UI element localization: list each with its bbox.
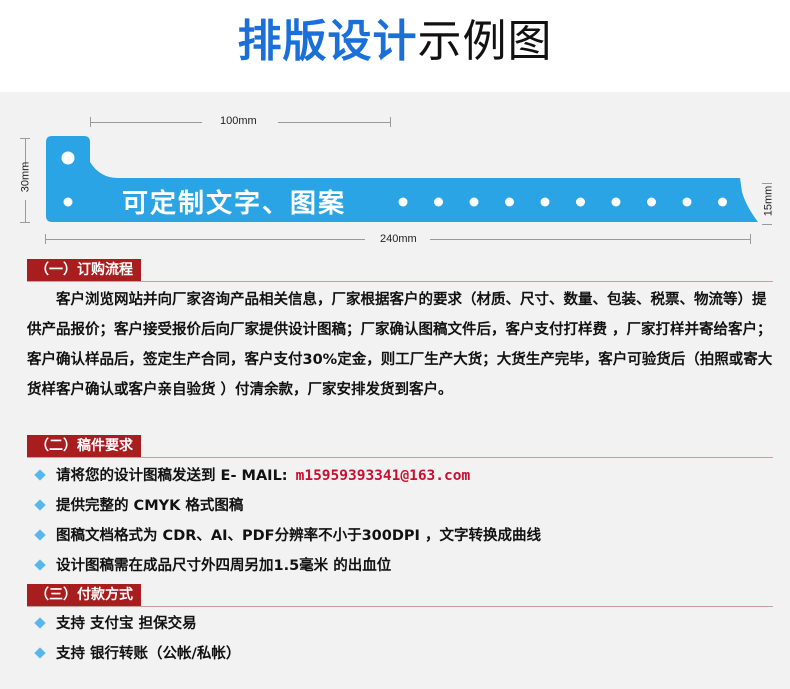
band-hole [469, 197, 479, 207]
diamond-bullet-icon [34, 499, 46, 511]
list-item: 图稿文档格式为 CDR、AI、PDF分辨率不小于300DPI ，文字转换成曲线 [32, 525, 541, 547]
band-hole-left [63, 197, 73, 207]
diamond-bullet-icon [34, 469, 46, 481]
section-rule-order [27, 281, 773, 282]
band-hole [505, 197, 514, 207]
list-item: 请将您的设计图稿发送到 E- MAIL: m15959393341@163.com [32, 465, 470, 487]
diamond-bullet-icon [34, 617, 46, 629]
list-item: 支持 支付宝 担保交易 [32, 613, 197, 635]
section-rule-payment [27, 606, 773, 607]
band-hole [398, 197, 408, 207]
diamond-bullet-icon [34, 559, 46, 571]
list-item: 支持 银行转账（公帐/私帐） [32, 643, 240, 665]
email-link[interactable]: m15959393341@163.com [296, 468, 471, 484]
list-item: 提供完整的 CMYK 格式图稿 [32, 495, 243, 517]
band-hole [540, 197, 550, 207]
band-hole [682, 197, 692, 207]
band-hole [611, 197, 621, 207]
section-heading-artwork: （二）稿件要求 [27, 435, 141, 457]
band-hole-large [61, 151, 75, 165]
band-hole [576, 197, 585, 207]
diamond-bullet-icon [34, 529, 46, 541]
band-hole [718, 197, 727, 207]
list-item: 设计图稿需在成品尺寸外四周另加1.5毫米 的出血位 [32, 555, 391, 577]
order-process-paragraph: 客户浏览网站并向厂家咨询产品相关信息，厂家根据客户的要求（材质、尺寸、数量、包装… [27, 292, 773, 398]
diamond-bullet-icon [34, 647, 46, 659]
section-rule-artwork [27, 457, 773, 458]
band-hole [434, 197, 443, 207]
wristband-shape [46, 136, 758, 222]
section-heading-payment: （三）付款方式 [27, 584, 141, 606]
section-heading-order: （一）订购流程 [27, 259, 141, 281]
band-hole [647, 197, 656, 207]
band-text: 可定制文字、图案 [122, 189, 347, 219]
